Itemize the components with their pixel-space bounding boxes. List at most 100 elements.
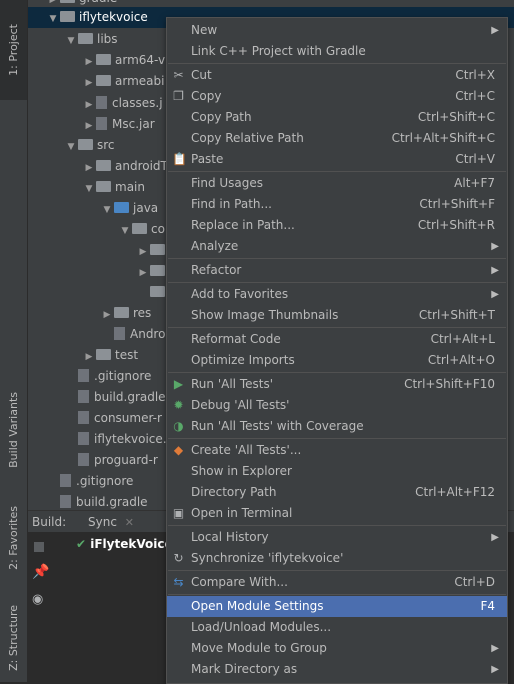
sync-tab[interactable]: Sync ✕: [84, 515, 134, 529]
menu-item-label: Link C++ Project with Gradle: [191, 44, 366, 58]
tab-build-variants[interactable]: Build Variants: [0, 380, 27, 480]
stop-icon[interactable]: [34, 542, 44, 552]
coverage-icon: ◑: [173, 419, 184, 433]
menu-item-local-history[interactable]: Local History ▶: [167, 527, 507, 548]
jar-icon: [96, 96, 107, 109]
left-tool-strip: 1: Project Build Variants 2: Favorites Z…: [0, 0, 28, 682]
menu-item-run-all-tests[interactable]: ▶ Run 'All Tests' Ctrl+Shift+F10: [167, 374, 507, 395]
menu-item-label: Move Module to Group: [191, 641, 327, 655]
menu-item-cut[interactable]: ✂ Cut Ctrl+X: [167, 65, 507, 86]
tree-node-label: classes.j: [112, 96, 163, 110]
menu-item-find-usages[interactable]: Find Usages Alt+F7: [167, 173, 507, 194]
menu-item-label: Cut: [191, 68, 212, 82]
tree-node-label: Msc.jar: [112, 117, 155, 131]
collapsed-arrow-icon[interactable]: ▶: [82, 347, 96, 368]
sync-item-label: iFlytekVoice: [90, 537, 173, 551]
menu-item-compare-with[interactable]: ⇆ Compare With... Ctrl+D: [167, 572, 507, 593]
expanded-arrow-icon[interactable]: ▼: [64, 137, 78, 158]
collapsed-arrow-icon[interactable]: ▶: [136, 263, 150, 284]
menu-item-add-to-favorites[interactable]: Add to Favorites ▶: [167, 284, 507, 305]
menu-item-open-in-terminal[interactable]: ▣ Open in Terminal: [167, 503, 507, 524]
manifest-icon: [114, 327, 125, 340]
create-config-icon: ◆: [173, 443, 184, 457]
menu-item-label: Mark Directory as: [191, 662, 298, 676]
menu-item-reformat-code[interactable]: Reformat Code Ctrl+Alt+L: [167, 329, 507, 350]
build-label: Build:: [32, 515, 67, 529]
menu-item-refactor[interactable]: Refactor ▶: [167, 260, 507, 281]
menu-item-label: Local History: [191, 530, 269, 544]
file-icon: [78, 411, 89, 424]
collapsed-arrow-icon[interactable]: ▶: [100, 305, 114, 326]
submenu-arrow-icon: ▶: [491, 289, 499, 300]
tree-node-label: proguard-r: [94, 453, 158, 467]
expanded-arrow-icon[interactable]: ▼: [82, 179, 96, 200]
collapsed-arrow-icon[interactable]: ▶: [82, 95, 96, 116]
menu-item-analyze[interactable]: Analyze ▶: [167, 236, 507, 257]
tab-project[interactable]: 1: Project: [0, 0, 27, 100]
menu-item-label: Find Usages: [191, 176, 264, 190]
expanded-arrow-icon[interactable]: ▼: [64, 31, 78, 52]
menu-separator: [168, 258, 506, 259]
menu-item-shortcut: Ctrl+Alt+F12: [415, 485, 495, 499]
menu-item-directory-path[interactable]: Directory Path Ctrl+Alt+F12: [167, 482, 507, 503]
menu-item-shortcut: Ctrl+Shift+T: [418, 308, 495, 322]
file-icon: [78, 453, 89, 466]
menu-item-label: Directory Path: [191, 485, 277, 499]
menu-item-label: Refactor: [191, 263, 242, 277]
menu-item-shortcut: Ctrl+Shift+F10: [404, 377, 495, 391]
menu-item-shortcut: Ctrl+Shift+F: [419, 197, 495, 211]
menu-item-show-image-thumbnails[interactable]: Show Image Thumbnails Ctrl+Shift+T: [167, 305, 507, 326]
tab-structure[interactable]: Z: Structure: [0, 595, 27, 680]
tree-node-label: gradle: [79, 0, 117, 5]
menu-item-copy[interactable]: ❐ Copy Ctrl+C: [167, 86, 507, 107]
menu-item-label: Analyze: [191, 239, 239, 253]
submenu-arrow-icon: ▶: [491, 532, 499, 543]
menu-separator: [168, 282, 506, 283]
submenu-arrow-icon: ▶: [491, 643, 499, 654]
menu-item-debug-all-tests[interactable]: ✹ Debug 'All Tests': [167, 395, 507, 416]
submenu-arrow-icon: ▶: [491, 664, 499, 675]
menu-item-new[interactable]: New ▶: [167, 20, 507, 41]
menu-item-load-unload-modules[interactable]: Load/Unload Modules...: [167, 617, 507, 638]
menu-item-link-c-project-with-gradle[interactable]: Link C++ Project with Gradle: [167, 41, 507, 62]
menu-item-move-module-to-group[interactable]: Move Module to Group ▶: [167, 638, 507, 659]
menu-item-open-module-settings[interactable]: Open Module Settings F4: [167, 596, 507, 617]
menu-item-mark-directory-as[interactable]: Mark Directory as ▶: [167, 659, 507, 680]
menu-item-label: Reformat Code: [191, 332, 281, 346]
tab-favorites[interactable]: 2: Favorites: [0, 490, 27, 585]
tab-structure-label: Z: Structure: [7, 604, 20, 671]
expanded-arrow-icon[interactable]: ▼: [46, 9, 60, 30]
tree-node-label: Andro: [130, 327, 166, 341]
menu-item-create-all-tests[interactable]: ◆ Create 'All Tests'...: [167, 440, 507, 461]
copy-icon: ❐: [173, 89, 184, 103]
menu-item-label: Show in Explorer: [191, 464, 292, 478]
pin-icon[interactable]: 📌: [32, 564, 49, 580]
menu-item-copy-relative-path[interactable]: Copy Relative Path Ctrl+Alt+Shift+C: [167, 128, 507, 149]
collapsed-arrow-icon[interactable]: ▶: [136, 242, 150, 263]
expanded-arrow-icon[interactable]: ▼: [100, 200, 114, 221]
tree-node-label: armeabi: [115, 74, 165, 88]
menu-item-synchronize-iflytekvoice[interactable]: ↻ Synchronize 'iflytekvoice': [167, 548, 507, 569]
collapsed-arrow-icon[interactable]: ▶: [82, 73, 96, 94]
tree-node-label: main: [115, 180, 145, 194]
menu-item-replace-in-path[interactable]: Replace in Path... Ctrl+Shift+R: [167, 215, 507, 236]
sync-item[interactable]: ✔ iFlytekVoice: [76, 537, 173, 551]
menu-item-run-all-tests-with-coverage[interactable]: ◑ Run 'All Tests' with Coverage: [167, 416, 507, 437]
menu-item-shortcut: Ctrl+D: [454, 575, 495, 589]
menu-item-find-in-path[interactable]: Find in Path... Ctrl+Shift+F: [167, 194, 507, 215]
menu-item-optimize-imports[interactable]: Optimize Imports Ctrl+Alt+O: [167, 350, 507, 371]
collapsed-arrow-icon[interactable]: ▶: [82, 52, 96, 73]
menu-item-label: Replace in Path...: [191, 218, 295, 232]
menu-item-paste[interactable]: 📋 Paste Ctrl+V: [167, 149, 507, 170]
eye-icon[interactable]: ◉: [32, 592, 43, 607]
tree-node-label: src: [97, 138, 115, 152]
menu-item-show-in-explorer[interactable]: Show in Explorer: [167, 461, 507, 482]
collapsed-arrow-icon[interactable]: ▶: [82, 158, 96, 179]
menu-item-copy-path[interactable]: Copy Path Ctrl+Shift+C: [167, 107, 507, 128]
menu-separator: [168, 438, 506, 439]
collapsed-arrow-icon[interactable]: ▶: [82, 116, 96, 137]
expanded-arrow-icon[interactable]: ▼: [118, 221, 132, 242]
close-icon[interactable]: ✕: [125, 516, 134, 529]
submenu-arrow-icon: ▶: [491, 265, 499, 276]
terminal-icon: ▣: [172, 506, 185, 520]
